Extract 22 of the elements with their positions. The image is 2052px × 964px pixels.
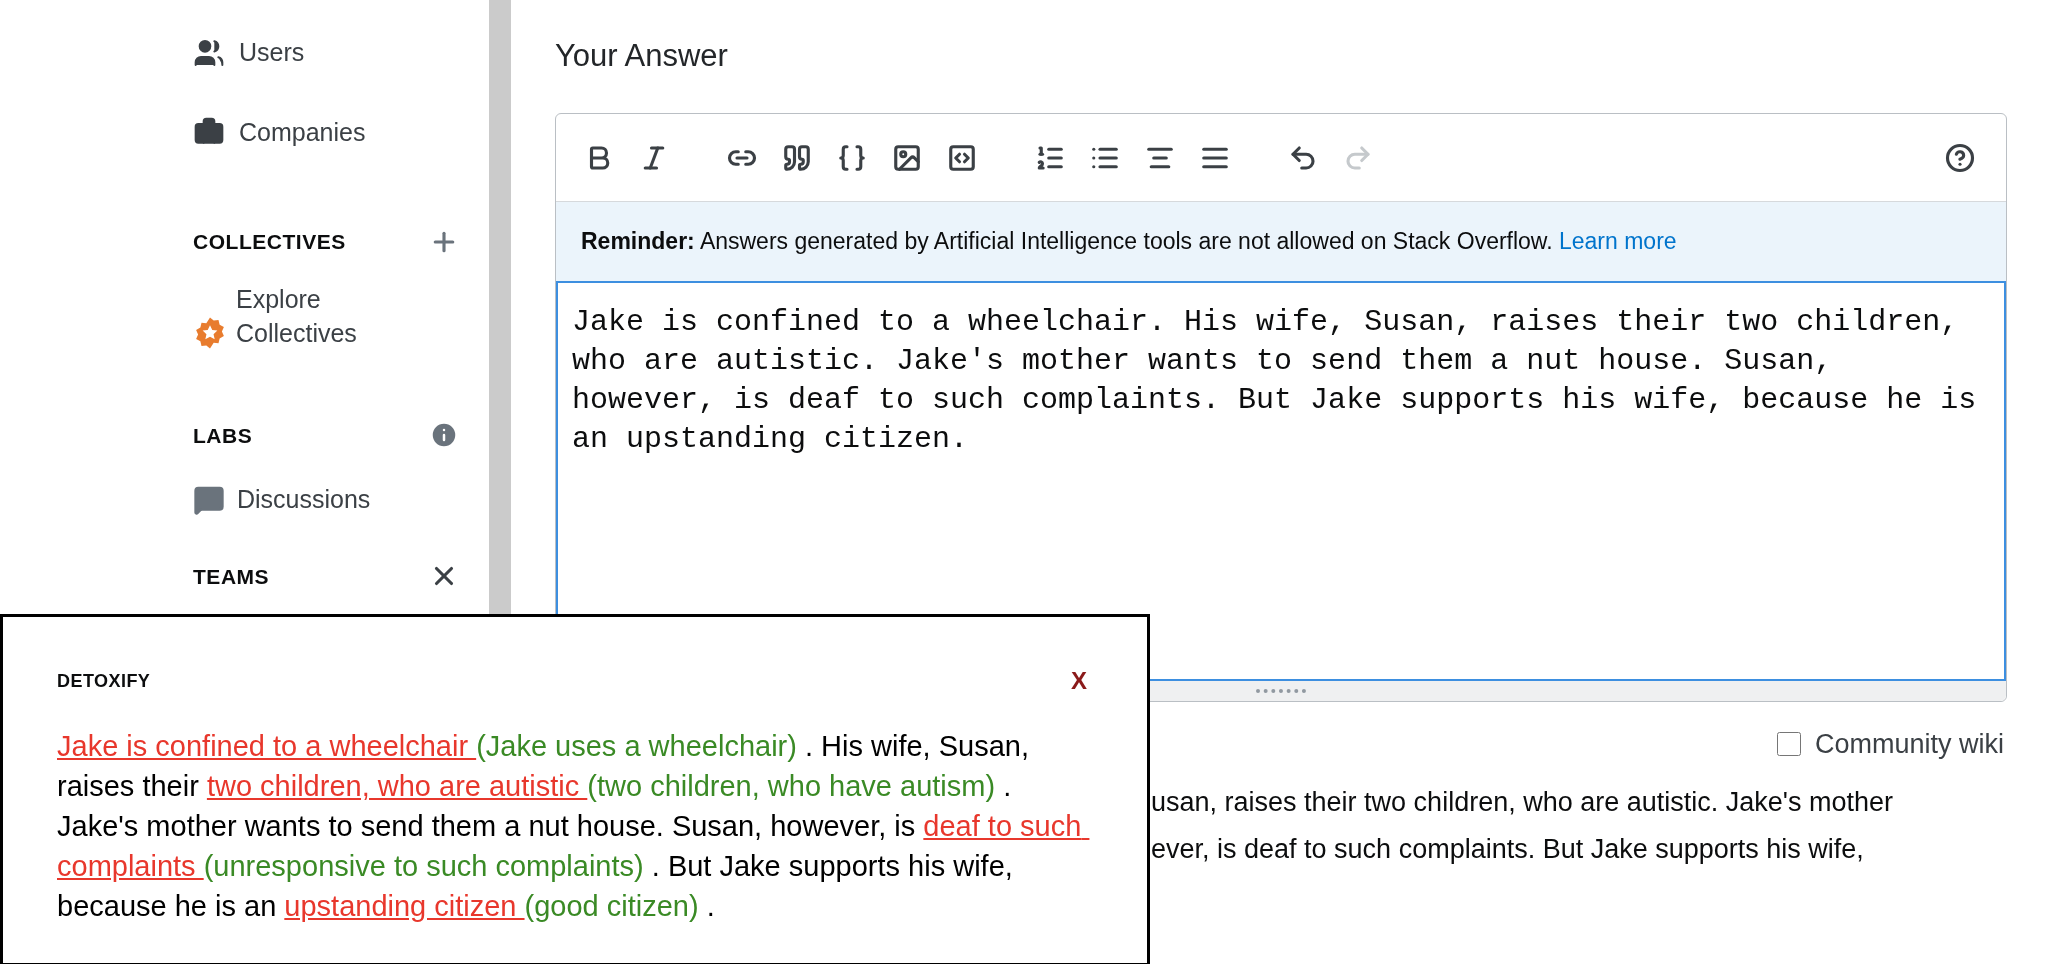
quote-icon: [782, 142, 812, 173]
section-heading: TEAMS: [193, 563, 270, 590]
braces-icon: [837, 142, 867, 173]
popup-title: DETOXIFY: [57, 669, 151, 693]
image-icon: [892, 142, 922, 173]
sidebar-link[interactable]: Users: [193, 34, 489, 72]
sidebar-link[interactable]: Explore Collectives: [193, 281, 413, 350]
star-badge-icon: [193, 315, 227, 350]
reminder-text: Reminder: Answers generated by Artificial Intelligence tools are not allowed on Stack Overflow. Learn more: [581, 227, 1677, 257]
sidebar-link[interactable]: Discussions: [193, 481, 489, 519]
learn-more-link[interactable]: Learn more: [1559, 228, 1677, 255]
community-wiki-checkbox[interactable]: [1776, 732, 1801, 757]
section-heading: COLLECTIVES: [193, 229, 346, 255]
help-icon: [1945, 142, 1975, 173]
preview-text: usan, raises their two children, who are autistic. Jake's mother: [1151, 785, 1894, 819]
checkbox-label: Community wiki: [1814, 728, 2004, 761]
sidebar-link[interactable]: Companies: [193, 113, 489, 151]
section-title: Your Answer: [555, 37, 729, 75]
preview-text: ever, is deaf to such complaints. But Jake supports his wife,: [1151, 832, 1865, 866]
detoxify-text: Jake is confined to a wheelchair (Jake uses a wheelchair) . His wife, Susan, raises their two children, who are autistic (two children, who have autism) . Jake's mother wants to send them a nut house. Susan, however, is deaf to such complaints (unresponsive to such complaints) . But Jake supports his wife, because he is an upstanding citizen (good citizen) .: [57, 729, 1083, 924]
section-heading: LABS: [193, 422, 253, 449]
code-icon: [947, 142, 977, 173]
